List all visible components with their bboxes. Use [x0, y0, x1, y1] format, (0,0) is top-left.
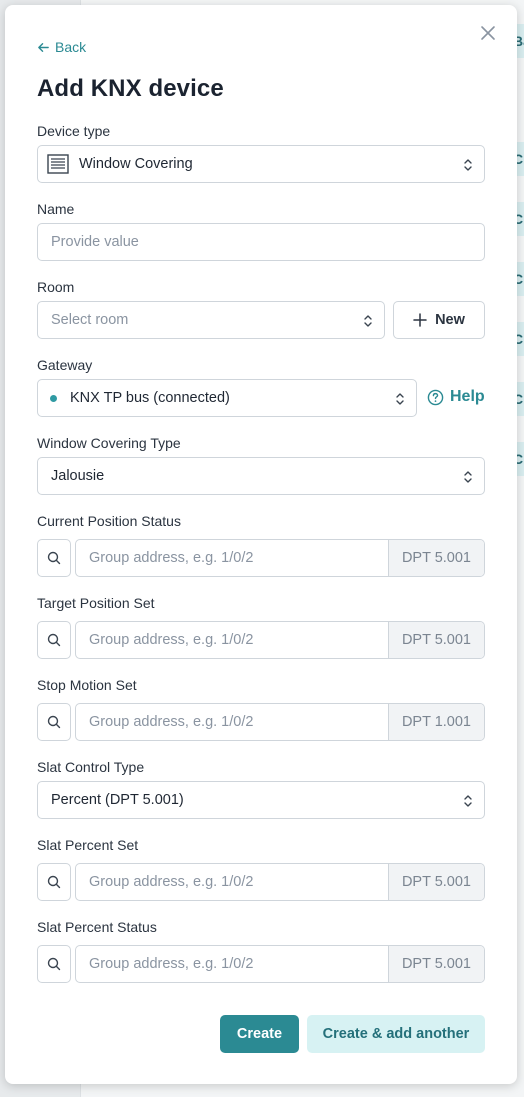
add-device-modal: Back Add KNX device Device type Window C… — [5, 5, 517, 1084]
search-address-button[interactable] — [37, 863, 71, 901]
stop-motion-label: Stop Motion Set — [37, 677, 137, 693]
address-placeholder: Group address, e.g. 1/0/2 — [89, 550, 254, 566]
current-position-label: Current Position Status — [37, 513, 181, 529]
search-address-button[interactable] — [37, 703, 71, 741]
help-link[interactable]: Help — [427, 388, 485, 406]
slat-percent-set-address-input[interactable]: Group address, e.g. 1/0/2 DPT 5.001 — [75, 863, 485, 901]
search-icon — [47, 633, 61, 647]
help-icon — [427, 389, 444, 405]
device-type-value: Window Covering — [79, 156, 193, 172]
chevron-updown-icon — [364, 315, 372, 327]
device-type-label: Device type — [37, 123, 111, 139]
gateway-select[interactable]: KNX TP bus (connected) — [37, 379, 417, 417]
device-type-select[interactable]: Window Covering — [37, 145, 485, 183]
search-icon — [47, 715, 61, 729]
dpt-badge: DPT 5.001 — [387, 946, 484, 982]
covering-type-value: Jalousie — [51, 468, 105, 484]
target-position-label: Target Position Set — [37, 595, 155, 611]
search-address-button[interactable] — [37, 621, 71, 659]
search-icon — [47, 875, 61, 889]
window-covering-icon — [47, 154, 69, 174]
dpt-badge: DPT 5.001 — [387, 540, 484, 576]
address-placeholder: Group address, e.g. 1/0/2 — [89, 956, 254, 972]
slat-control-value: Percent (DPT 5.001) — [51, 792, 184, 808]
dpt-badge: DPT 5.001 — [387, 622, 484, 658]
address-placeholder: Group address, e.g. 1/0/2 — [89, 874, 254, 890]
create-button[interactable]: Create — [220, 1015, 299, 1053]
chevron-updown-icon — [464, 795, 472, 807]
name-placeholder: Provide value — [51, 234, 139, 250]
current-position-address-input[interactable]: Group address, e.g. 1/0/2 DPT 5.001 — [75, 539, 485, 577]
room-placeholder: Select room — [51, 312, 129, 328]
name-input[interactable]: Provide value — [37, 223, 485, 261]
help-label: Help — [450, 388, 485, 405]
address-placeholder: Group address, e.g. 1/0/2 — [89, 714, 254, 730]
connection-status-dot — [50, 394, 57, 402]
dpt-badge: DPT 1.001 — [387, 704, 484, 740]
back-label: Back — [55, 39, 87, 55]
gateway-label: Gateway — [37, 357, 93, 373]
slat-percent-status-label: Slat Percent Status — [37, 919, 157, 935]
slat-percent-status-address-input[interactable]: Group address, e.g. 1/0/2 DPT 5.001 — [75, 945, 485, 983]
covering-type-label: Window Covering Type — [37, 435, 181, 451]
new-room-button[interactable]: New — [393, 301, 485, 339]
slat-percent-set-label: Slat Percent Set — [37, 837, 139, 853]
search-icon — [47, 551, 61, 565]
plus-icon — [413, 313, 427, 327]
arrow-left-icon — [38, 42, 49, 52]
name-label: Name — [37, 201, 75, 217]
dpt-badge: DPT 5.001 — [387, 864, 484, 900]
search-address-button[interactable] — [37, 539, 71, 577]
stop-motion-address-input[interactable]: Group address, e.g. 1/0/2 DPT 1.001 — [75, 703, 485, 741]
covering-type-select[interactable]: Jalousie — [37, 457, 485, 495]
slat-control-select[interactable]: Percent (DPT 5.001) — [37, 781, 485, 819]
chevron-updown-icon — [464, 159, 472, 171]
chevron-updown-icon — [396, 393, 404, 405]
room-select[interactable]: Select room — [37, 301, 385, 339]
target-position-address-input[interactable]: Group address, e.g. 1/0/2 DPT 5.001 — [75, 621, 485, 659]
address-placeholder: Group address, e.g. 1/0/2 — [89, 632, 254, 648]
close-icon — [481, 26, 495, 40]
chevron-updown-icon — [464, 471, 472, 483]
search-icon — [47, 957, 61, 971]
new-room-label: New — [435, 312, 465, 328]
back-link[interactable]: Back — [37, 39, 86, 55]
close-button[interactable] — [479, 24, 497, 42]
search-address-button[interactable] — [37, 945, 71, 983]
room-label: Room — [37, 279, 75, 295]
slat-control-label: Slat Control Type — [37, 759, 145, 775]
create-and-add-another-button[interactable]: Create & add another — [307, 1015, 485, 1053]
gateway-value: KNX TP bus (connected) — [70, 390, 230, 406]
page-title: Add KNX device — [37, 75, 224, 102]
